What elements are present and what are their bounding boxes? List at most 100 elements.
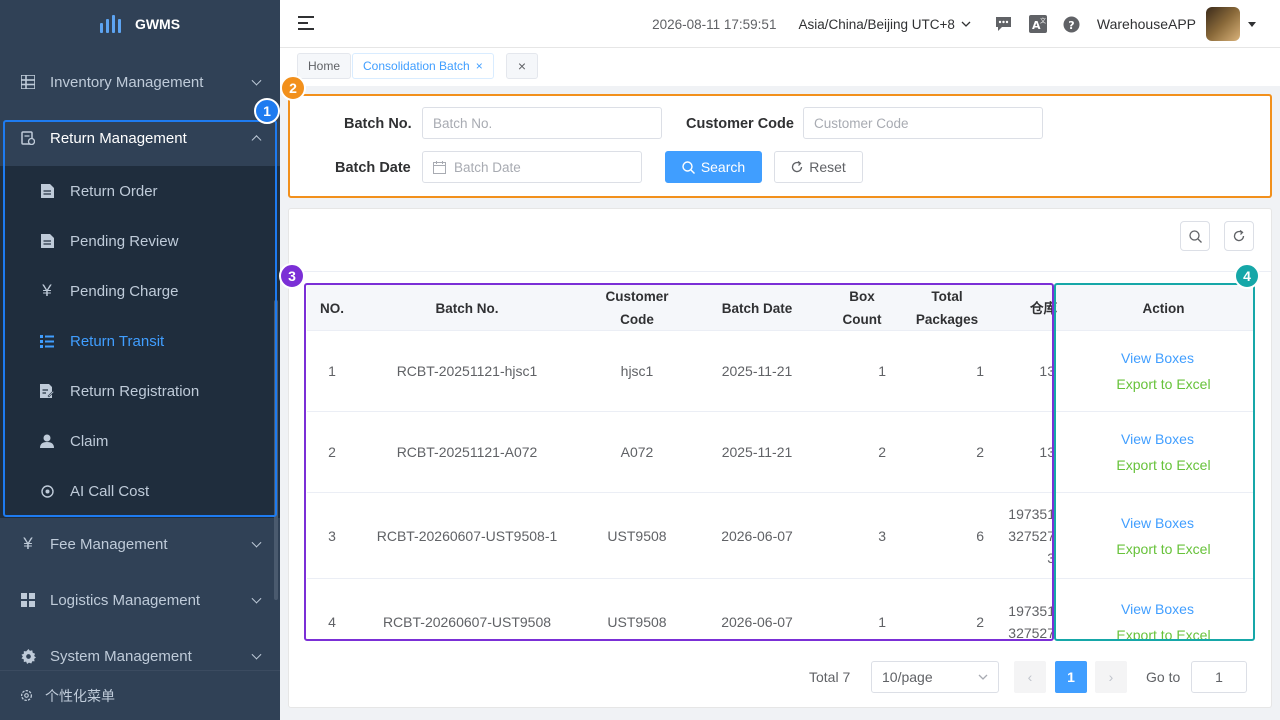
logo-icon (99, 15, 121, 33)
batch-date-label: Batch Date (335, 160, 411, 176)
svg-text:文: 文 (1040, 17, 1046, 25)
view-boxes-link[interactable]: View Boxes (1121, 601, 1194, 617)
tab-label: Home (308, 59, 341, 73)
button-label: Search (700, 159, 746, 175)
close-icon[interactable]: × (476, 59, 483, 73)
menu-label: Fee Management (50, 535, 168, 553)
sidebar-item-label: Return Registration (70, 382, 200, 400)
next-page-button[interactable]: › (1095, 661, 1127, 693)
menu-toggle-icon[interactable] (298, 16, 314, 30)
search-button[interactable]: Search (665, 151, 762, 183)
sidebar-item-label: Return Transit (70, 332, 165, 350)
export-excel-link[interactable]: Export to Excel (1116, 457, 1210, 473)
view-boxes-link[interactable]: View Boxes (1121, 350, 1194, 366)
timezone-selector[interactable]: Asia/China/Beijing UTC+8 (798, 16, 971, 32)
prev-page-button[interactable]: ‹ (1014, 661, 1046, 693)
cell-warehouse: 13 (1039, 444, 1055, 460)
menu-inventory-management[interactable]: Inventory Management (0, 54, 280, 110)
refresh-icon (792, 161, 803, 173)
cell-total-packages: 2 (976, 614, 984, 630)
yen-icon: ¥ (23, 534, 33, 553)
toggle-search-button[interactable] (1180, 221, 1210, 251)
search-form: Batch No. Batch No. Customer Code Custom… (288, 94, 1272, 198)
coin-icon (40, 484, 54, 498)
menu-label: System Management (50, 647, 192, 665)
menu-return-management[interactable]: Return Management (0, 110, 280, 166)
batch-date-picker[interactable]: Batch Date (422, 151, 642, 183)
tab-home[interactable]: Home (297, 53, 352, 79)
translate-icon[interactable]: A文 (1028, 15, 1047, 33)
total-count: Total 7 (809, 669, 851, 685)
sidebar-item-ai-call-cost[interactable]: AI Call Cost (0, 466, 280, 516)
column-header[interactable]: NO. (307, 285, 357, 331)
cell-batch-date: 2025-11-21 (721, 444, 793, 460)
column-header[interactable]: Batch No. (357, 285, 577, 331)
close-all-tabs-button[interactable]: × (506, 53, 538, 79)
sidebar-scrollbar[interactable] (274, 300, 278, 600)
tab-consolidation-batch[interactable]: Consolidation Batch × (352, 53, 494, 79)
menu-label: Return Management (50, 129, 187, 147)
sidebar-item-pending-review[interactable]: Pending Review (0, 216, 280, 266)
cell-box-count: 1 (878, 614, 886, 630)
refresh-button[interactable] (1224, 221, 1254, 251)
export-excel-link[interactable]: Export to Excel (1116, 541, 1210, 557)
document-icon (40, 184, 54, 198)
view-boxes-link[interactable]: View Boxes (1121, 431, 1194, 447)
goto-page-input[interactable]: 1 (1191, 661, 1247, 693)
batch-no-input[interactable]: Batch No. (422, 107, 662, 139)
chevron-down-icon (978, 674, 988, 680)
column-header[interactable]: Customer Code (587, 285, 687, 331)
avatar[interactable] (1206, 7, 1240, 41)
view-boxes-link[interactable]: View Boxes (1121, 515, 1194, 531)
cell-batch-no: RCBT-20251121-A072 (396, 444, 538, 460)
row-actions: View Boxes Export to Excel (1073, 412, 1254, 492)
tab-label: Consolidation Batch (363, 59, 470, 73)
page-size-select[interactable]: 10/page (871, 661, 999, 693)
chevron-right-icon: › (1108, 669, 1114, 685)
row-actions: View Boxes Export to Excel (1073, 579, 1254, 641)
row-actions: View Boxes Export to Excel (1073, 331, 1254, 411)
column-header[interactable]: Batch Date (692, 285, 822, 331)
column-header[interactable]: Total Packages (907, 285, 987, 331)
sidebar-item-return-order[interactable]: Return Order (0, 166, 280, 216)
cell-total-packages: 2 (976, 444, 984, 460)
sidebar-item-return-transit[interactable]: Return Transit (0, 316, 280, 366)
sidebar-item-pending-charge[interactable]: ¥ Pending Charge (0, 266, 280, 316)
sidebar-item-label: Pending Review (70, 232, 179, 250)
help-icon[interactable]: ? (1063, 15, 1081, 33)
export-excel-link[interactable]: Export to Excel (1116, 627, 1210, 641)
export-excel-link[interactable]: Export to Excel (1116, 376, 1210, 392)
message-icon[interactable] (995, 15, 1013, 33)
personalize-menu-button[interactable]: 个性化菜单 (0, 670, 280, 720)
caret-down-icon[interactable] (1248, 21, 1256, 27)
search-icon (682, 160, 695, 174)
chevron-down-icon (251, 537, 262, 548)
table-header: NO. Batch No. Customer Code Batch Date B… (307, 285, 1254, 331)
menu-label: Logistics Management (50, 591, 201, 609)
reset-button[interactable]: Reset (774, 151, 863, 183)
column-header[interactable]: 仓库 (997, 285, 1057, 331)
sidebar-item-return-registration[interactable]: Return Registration (0, 366, 280, 416)
app-logo[interactable]: GWMS (0, 0, 280, 48)
app-name[interactable]: WarehouseAPP (1097, 16, 1196, 32)
column-header[interactable]: Box Count (832, 285, 892, 331)
sidebar-item-claim[interactable]: Claim (0, 416, 280, 466)
annotation-badge-2: 2 (280, 75, 306, 101)
chevron-down-icon (251, 593, 262, 604)
close-icon: × (517, 58, 527, 74)
menu-logistics-management[interactable]: Logistics Management (0, 572, 280, 628)
page-number-1[interactable]: 1 (1055, 661, 1087, 693)
customer-code-label: Customer Code (686, 116, 794, 132)
sidebar-item-label: Return Order (70, 182, 158, 200)
cell-no: 4 (328, 614, 336, 630)
annotation-badge-1: 1 (254, 98, 280, 124)
cell-warehouse: 197351 327527 3 (1008, 505, 1055, 566)
cell-box-count: 1 (878, 363, 886, 379)
menu-fee-management[interactable]: ¥ Fee Management (0, 516, 280, 572)
cell-warehouse: 13 (1039, 363, 1055, 379)
chevron-down-icon (251, 649, 262, 660)
timezone-label: Asia/China/Beijing UTC+8 (798, 16, 955, 32)
cell-customer-code: hjsc1 (620, 363, 654, 379)
annotation-badge-4: 4 (1234, 263, 1260, 289)
customer-code-input[interactable]: Customer Code (803, 107, 1043, 139)
